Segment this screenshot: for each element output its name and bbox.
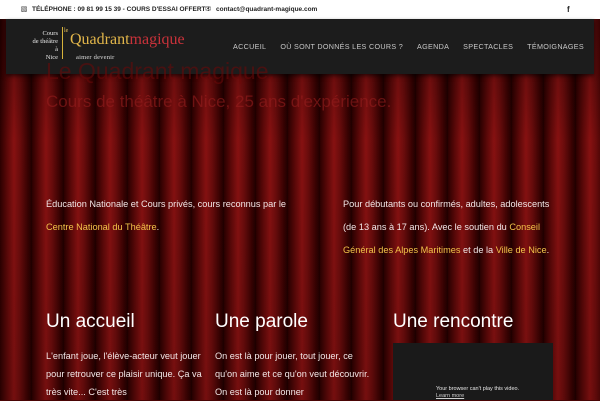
menu-item-agenda[interactable]: AGENDA [417, 42, 449, 51]
cnt-link[interactable]: Centre National du Théâtre [46, 222, 157, 232]
logo-brand: Quadrantmagique [70, 31, 185, 48]
column-text-parole: On est là pour jouer, tout jouer, ce qu'… [215, 351, 370, 397]
hero-title: Le Quadrant magique. [46, 58, 275, 84]
column-title-parole: Une parole [215, 311, 308, 332]
facebook-link[interactable]: f [567, 0, 570, 19]
column-title-rencontre: Une rencontre [393, 311, 514, 332]
learn-more-link[interactable]: Learn more [436, 393, 519, 400]
menu-item-accueil[interactable]: ACCUEIL [233, 42, 266, 51]
column-text-accueil: L'enfant joue, l'élève-acteur veut jouer… [46, 351, 202, 397]
column-title-accueil: Un accueil [46, 311, 135, 332]
menu-item-temoignages[interactable]: TÉMOIGNAGES [527, 42, 584, 51]
menu-item-cours[interactable]: OÙ SONT DONNÉS LES COURS ? [280, 42, 403, 51]
envelope-icon: ✉ [205, 6, 211, 13]
ville-de-nice-link[interactable]: Ville de Nice [496, 245, 547, 255]
main-menu: ACCUEIL OÙ SONT DONNÉS LES COURS ? AGEND… [233, 19, 584, 74]
video-player[interactable]: Your browser can't play this video. Lear… [393, 343, 553, 400]
menu-item-spectacles[interactable]: SPECTACLES [463, 42, 513, 51]
phone-info[interactable]: ▧ TÉLÉPHONE : 09 81 99 15 39 - COURS D'E… [20, 0, 210, 19]
logo-mark: le [64, 28, 69, 34]
hero-subtitle: Cours de théâtre à Nice, 25 ans d'expéri… [46, 92, 392, 111]
intro-left-paragraph: Éducation Nationale et Cours privés, cou… [46, 199, 287, 232]
facebook-icon: f [567, 5, 570, 14]
video-error-message: Your browser can't play this video. Lear… [436, 386, 520, 400]
intro-right-paragraph: Pour débutants ou confirmés, adultes, ad… [343, 199, 550, 255]
email-text: contact@quadrant-magique.com [216, 6, 318, 13]
email-info[interactable]: ✉ contact@quadrant-magique.com [204, 0, 317, 19]
top-info-bar: ▧ TÉLÉPHONE : 09 81 99 15 39 - COURS D'E… [0, 0, 600, 19]
phone-icon: ▧ [20, 6, 28, 13]
phone-text: TÉLÉPHONE : 09 81 99 15 39 - COURS D'ESS… [32, 6, 210, 13]
